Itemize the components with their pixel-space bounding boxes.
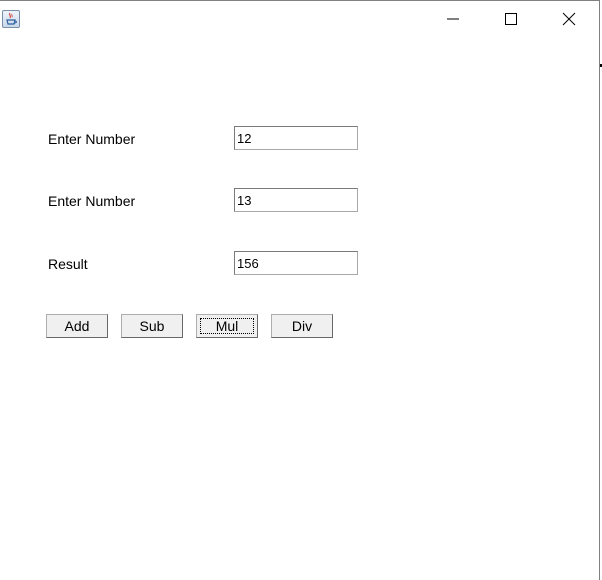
maximize-button[interactable] xyxy=(482,1,540,37)
sub-button[interactable]: Sub xyxy=(121,314,183,338)
close-button[interactable] xyxy=(540,1,598,37)
close-icon xyxy=(562,12,576,26)
minimize-icon xyxy=(447,18,459,20)
second-number-label: Enter Number xyxy=(48,193,136,209)
maximize-icon xyxy=(505,13,517,25)
mul-button-label: Mul xyxy=(200,318,254,334)
first-number-label: Enter Number xyxy=(48,131,136,147)
first-number-field[interactable] xyxy=(234,126,358,150)
mul-button[interactable]: Mul xyxy=(196,314,258,338)
minimize-button[interactable] xyxy=(424,1,482,37)
java-cup-icon[interactable] xyxy=(2,10,20,28)
title-bar xyxy=(0,1,599,37)
add-button[interactable]: Add xyxy=(46,314,108,338)
second-number-field[interactable] xyxy=(234,188,358,212)
div-button[interactable]: Div xyxy=(271,314,333,338)
app-window: Enter Number Enter Number Result Add Sub… xyxy=(0,0,600,580)
result-label: Result xyxy=(48,256,88,272)
result-field[interactable] xyxy=(234,251,358,275)
